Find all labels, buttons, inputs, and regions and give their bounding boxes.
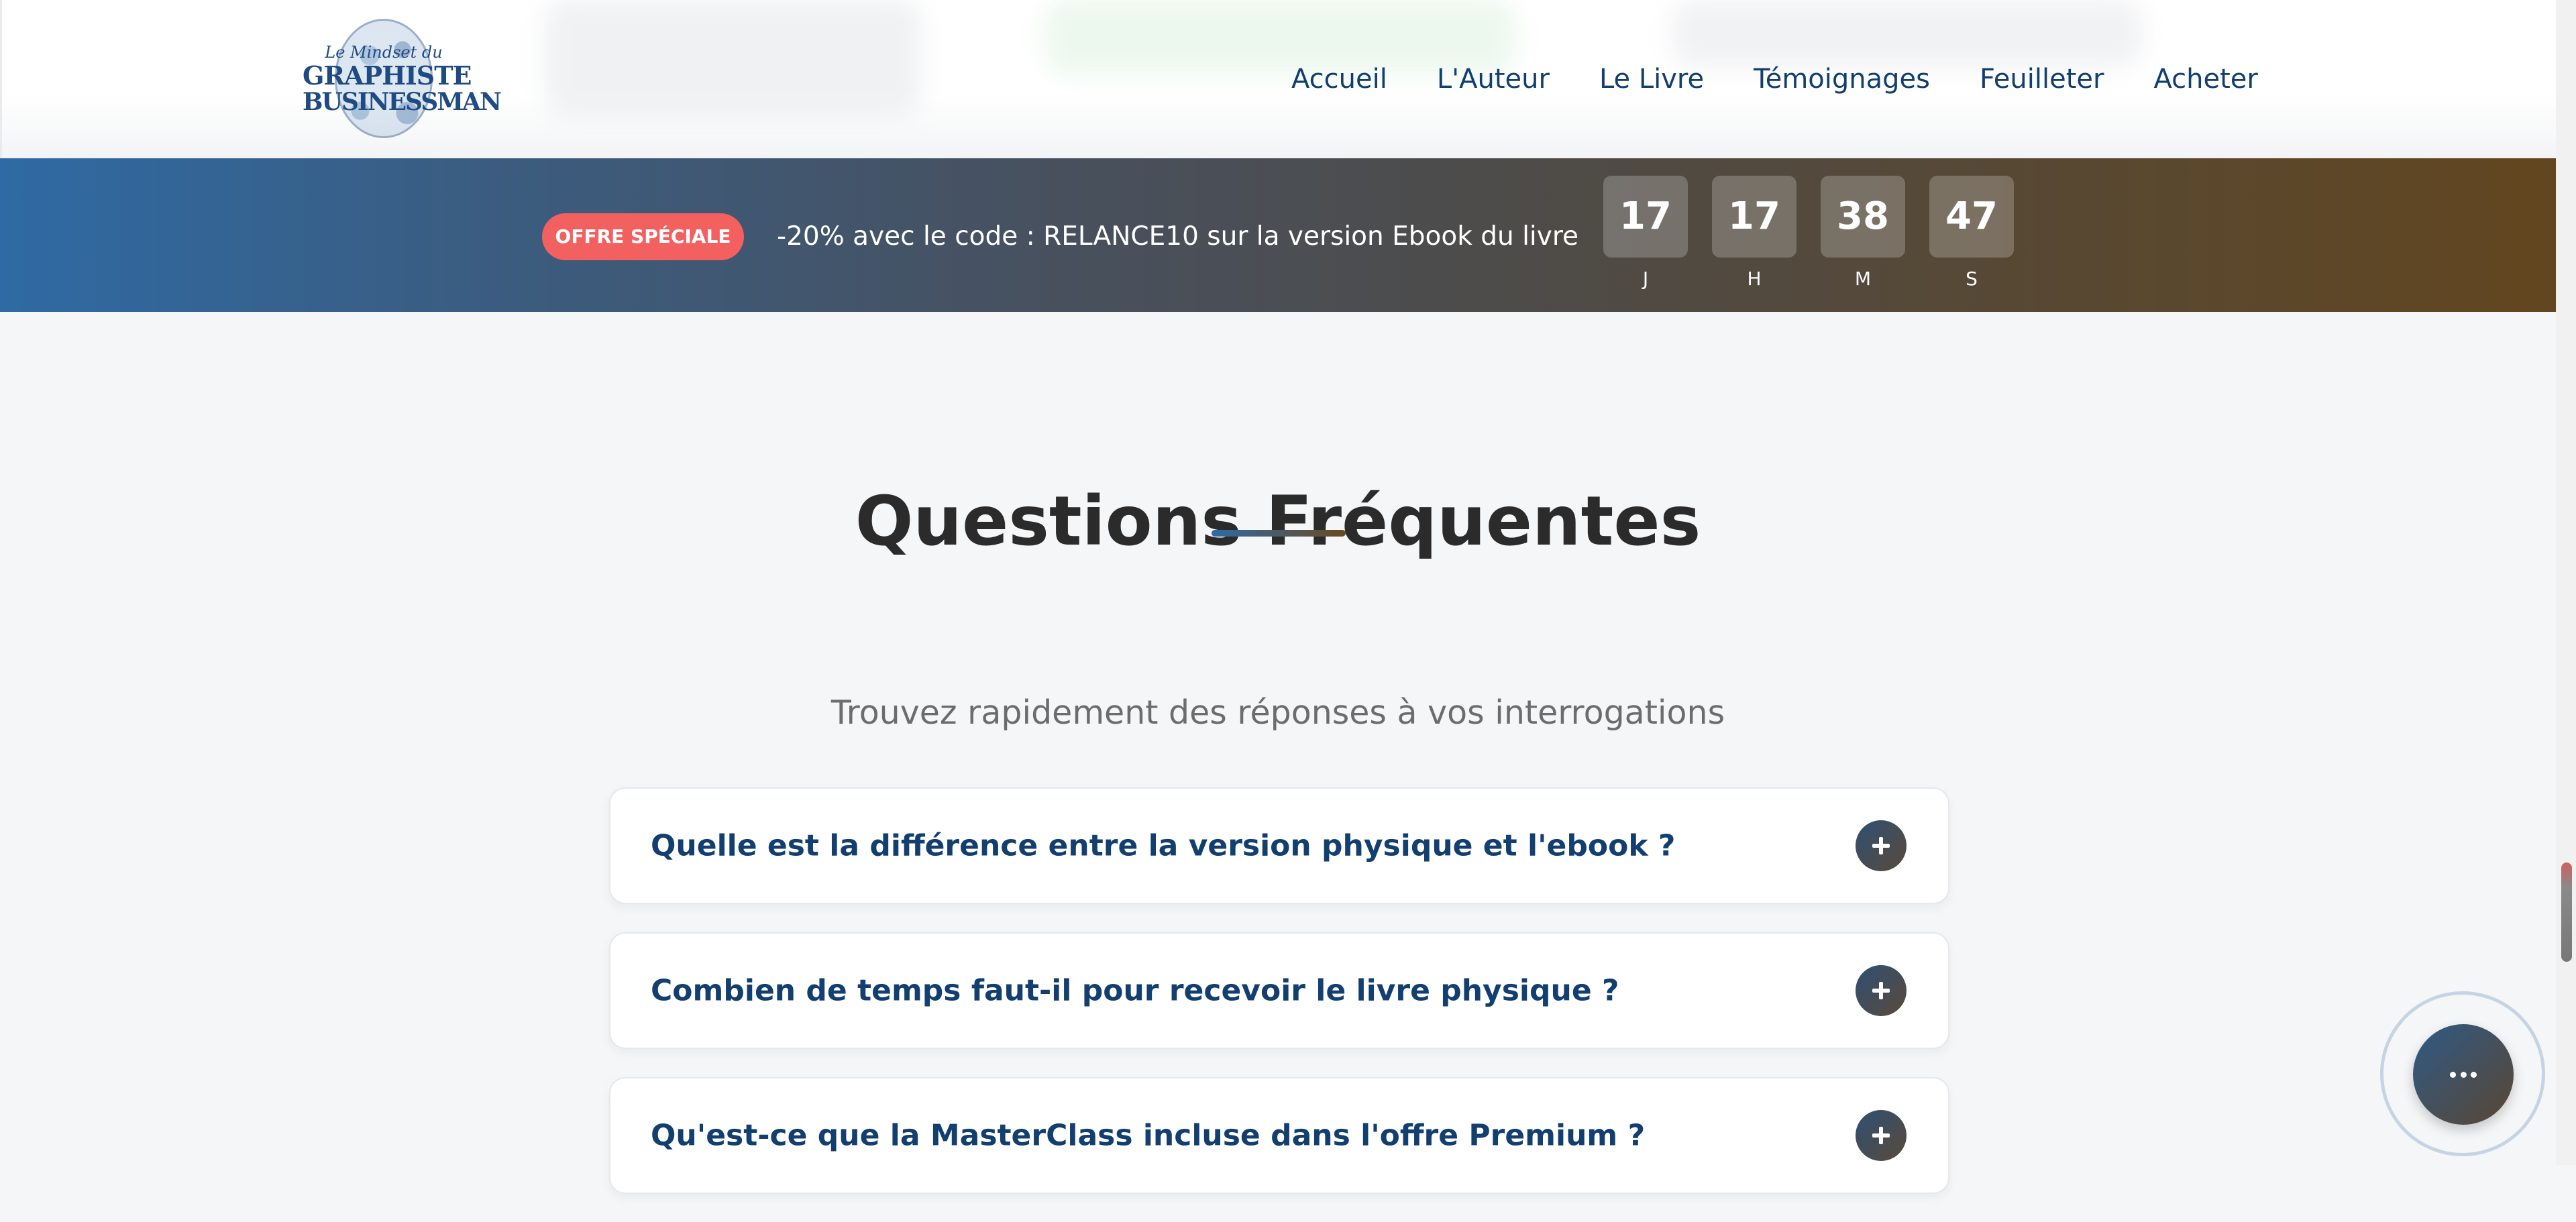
blurred-decoration <box>545 0 921 114</box>
plus-icon[interactable] <box>1856 820 1907 871</box>
chat-button[interactable] <box>2413 1024 2514 1125</box>
countdown-value: 17 <box>1603 176 1688 258</box>
plus-icon[interactable] <box>1856 965 1907 1016</box>
faq-list: Quelle est la différence entre la versio… <box>609 787 1949 1222</box>
logo-line-1: Le Mindset du <box>325 43 443 62</box>
nav-link-feuilleter[interactable]: Feuilleter <box>1980 62 2104 97</box>
blurred-decoration <box>1672 0 2142 67</box>
countdown-label: S <box>1966 268 1978 290</box>
faq-item[interactable]: Qu'est-ce que la MasterClass incluse dan… <box>609 1077 1949 1194</box>
faq-item[interactable]: Combien de temps faut-il pour recevoir l… <box>609 932 1949 1049</box>
plus-icon[interactable] <box>1856 1110 1907 1161</box>
countdown-days: 17 J <box>1603 176 1688 291</box>
faq-title: Questions Fréquentes <box>855 481 1701 561</box>
nav-link-temoignages[interactable]: Témoignages <box>1754 62 1930 97</box>
faq-subtitle: Trouvez rapidement des réponses à vos in… <box>830 693 1725 732</box>
more-dots-icon <box>2450 1070 2477 1078</box>
countdown-label: H <box>1747 268 1762 290</box>
countdown-value: 17 <box>1712 176 1796 258</box>
page-scrollbar[interactable] <box>2556 0 2576 1165</box>
faq-question: Quelle est la différence entre la versio… <box>651 828 1676 863</box>
faq-question: Combien de temps faut-il pour recevoir l… <box>651 973 1619 1008</box>
faq-question: Qu'est-ce que la MasterClass incluse dan… <box>651 1118 1646 1153</box>
nav-link-accueil[interactable]: Accueil <box>1291 62 1387 97</box>
nav-link-auteur[interactable]: L'Auteur <box>1437 62 1550 97</box>
logo-line-2: GRAPHISTE <box>303 60 472 91</box>
site-header: Le Mindset du GRAPHISTE BUSINESSMAN Accu… <box>0 0 2556 158</box>
nav-link-livre[interactable]: Le Livre <box>1599 62 1704 97</box>
countdown-seconds: 47 S <box>1929 176 2014 291</box>
countdown-value: 47 <box>1929 176 2014 258</box>
nav-link-acheter[interactable]: Acheter <box>2153 62 2257 97</box>
special-offer-badge: OFFRE SPÉCIALE <box>542 213 744 260</box>
site-logo[interactable]: Le Mindset du GRAPHISTE BUSINESSMAN <box>303 15 502 142</box>
main-nav: Accueil L'Auteur Le Livre Témoignages Fe… <box>1291 62 2258 97</box>
scrollbar-thumb[interactable] <box>2561 863 2572 962</box>
promo-text: -20% avec le code : RELANCE10 sur la ver… <box>777 221 1579 252</box>
faq-item[interactable]: Quelle est la différence entre la versio… <box>609 787 1949 904</box>
countdown-minutes: 38 M <box>1821 176 1905 291</box>
countdown-label: J <box>1642 268 1649 290</box>
promo-banner: OFFRE SPÉCIALE -20% avec le code : RELAN… <box>0 158 2556 312</box>
countdown-hours: 17 H <box>1712 176 1796 291</box>
title-underline <box>1212 530 1346 537</box>
countdown-label: M <box>1854 268 1872 290</box>
countdown-value: 38 <box>1821 176 1905 258</box>
logo-line-3: BUSINESSMAN <box>303 88 502 116</box>
countdown-timer: 17 J 17 H 38 M 47 S <box>1603 176 2014 291</box>
